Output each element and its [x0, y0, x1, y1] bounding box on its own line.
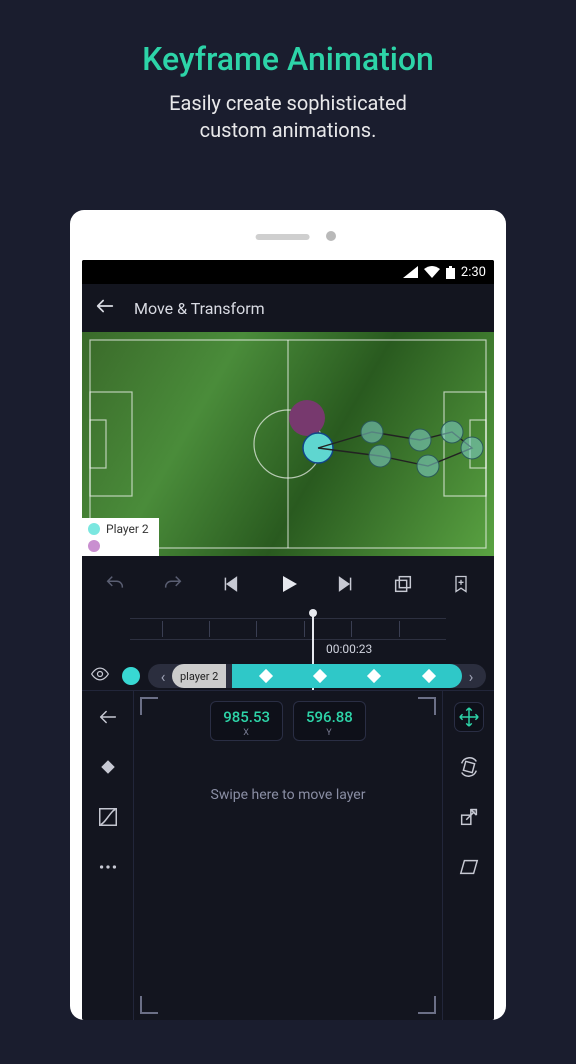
legend-swatch-player1 [88, 540, 100, 552]
layers-button[interactable] [385, 566, 421, 602]
y-input[interactable]: 596.88 Y [293, 701, 366, 741]
corner-bracket [140, 697, 158, 715]
track-scroll-right[interactable]: › [462, 667, 480, 685]
battery-icon [446, 266, 455, 279]
promo-subtitle: Easily create sophisticated custom anima… [0, 90, 576, 144]
keyframe-marker[interactable] [367, 669, 381, 683]
timecode: 00:00:23 [326, 642, 372, 656]
next-keyframe-button[interactable] [328, 566, 364, 602]
layer-name-chip[interactable]: player 2 [172, 664, 226, 688]
app-screen: 2:30 Move & Transform [82, 260, 494, 1020]
y-value: 596.88 [306, 708, 353, 726]
legend-label-player2: Player 2 [106, 522, 149, 536]
redo-button[interactable] [155, 566, 191, 602]
panel-back-button[interactable] [94, 703, 122, 731]
transform-pad[interactable]: 985.53 X 596.88 Y Swipe here to move lay… [134, 691, 442, 1020]
layers-icon [392, 573, 414, 595]
bookmark-add-icon [451, 573, 471, 595]
promo-subtitle-line2: custom animations. [200, 118, 377, 142]
coordinate-inputs: 985.53 X 596.88 Y [210, 701, 366, 741]
keyframe-bar[interactable] [232, 664, 462, 688]
status-time: 2:30 [461, 265, 486, 280]
undo-button[interactable] [97, 566, 133, 602]
x-input[interactable]: 985.53 X [210, 701, 283, 741]
move-tool-button[interactable] [455, 703, 483, 731]
back-button[interactable] [94, 295, 116, 321]
prev-keyframe-button[interactable] [212, 566, 248, 602]
speaker-grille [256, 234, 310, 240]
play-icon [276, 572, 300, 596]
wifi-icon [424, 266, 440, 278]
layer-color-dot[interactable] [122, 667, 140, 685]
easing-tool-button[interactable] [94, 803, 122, 831]
signal-icon [403, 266, 418, 278]
move-arrows-icon [458, 706, 480, 728]
undo-icon [104, 573, 126, 595]
transport-bar [82, 556, 494, 612]
skip-end-icon [335, 573, 357, 595]
skip-start-icon [219, 573, 241, 595]
keyframe-tool-button[interactable] [94, 753, 122, 781]
corner-bracket [418, 996, 436, 1014]
y-label: Y [306, 728, 353, 738]
rotate-icon [458, 756, 480, 778]
swipe-hint: Swipe here to move layer [211, 787, 366, 803]
legend-swatch-player2 [88, 523, 100, 535]
back-arrow-icon [94, 295, 116, 317]
x-label: X [223, 728, 270, 738]
left-toolbar [82, 691, 134, 1020]
play-button[interactable] [270, 566, 306, 602]
diamond-icon [99, 758, 117, 776]
corner-bracket [418, 697, 436, 715]
arrow-left-icon [97, 706, 119, 728]
scale-tool-button[interactable] [455, 803, 483, 831]
track-scroll-left[interactable]: ‹ [154, 667, 172, 685]
appbar-title: Move & Transform [134, 299, 265, 318]
skew-icon [458, 856, 480, 878]
preview-legend: Player 2 [82, 518, 159, 556]
bookmark-button[interactable] [443, 566, 479, 602]
legend-row-player2: Player 2 [88, 522, 149, 536]
scale-icon [458, 806, 480, 828]
skew-tool-button[interactable] [455, 853, 483, 881]
front-camera [326, 231, 336, 241]
device-frame: 2:30 Move & Transform [70, 210, 506, 1020]
transform-panel: 985.53 X 596.88 Y Swipe here to move lay… [82, 690, 494, 1020]
app-bar: Move & Transform [82, 284, 494, 332]
promo-title: Keyframe Animation [0, 40, 576, 78]
x-value: 985.53 [223, 708, 270, 726]
easing-curve-icon [97, 806, 119, 828]
right-toolbar [442, 691, 494, 1020]
layer-visibility-toggle[interactable] [90, 664, 114, 688]
legend-row-player1 [88, 540, 149, 552]
keyframe-marker[interactable] [313, 669, 327, 683]
eye-icon [90, 664, 110, 684]
status-bar: 2:30 [82, 260, 494, 284]
timeline[interactable]: 00:00:23 ‹ player 2 › [82, 612, 494, 690]
more-button[interactable] [94, 853, 122, 881]
keyframe-marker[interactable] [259, 669, 273, 683]
video-preview[interactable]: Player 2 [82, 332, 494, 556]
rotate-tool-button[interactable] [455, 753, 483, 781]
more-horizontal-icon [97, 856, 119, 878]
timeline-layer-row: ‹ player 2 › [82, 662, 494, 690]
corner-bracket [140, 996, 158, 1014]
promo-subtitle-line1: Easily create sophisticated [169, 91, 407, 115]
keyframe-marker[interactable] [422, 669, 436, 683]
timeline-ruler[interactable] [130, 618, 446, 640]
redo-icon [162, 573, 184, 595]
keyframe-track[interactable]: ‹ player 2 › [148, 664, 486, 688]
